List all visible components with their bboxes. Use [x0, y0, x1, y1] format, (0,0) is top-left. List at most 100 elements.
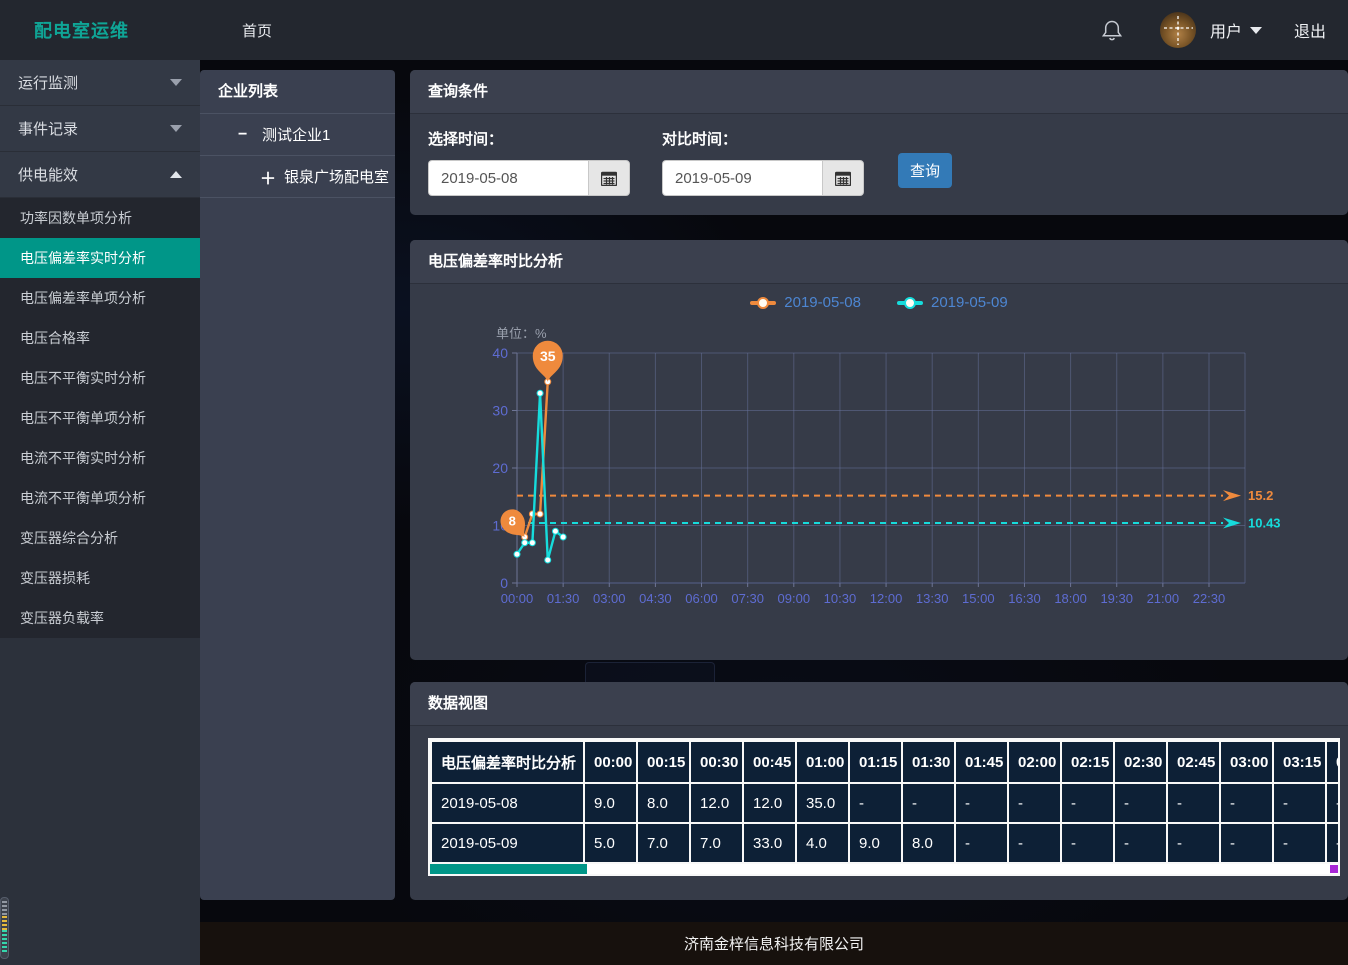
- minus-icon[interactable]: −: [238, 126, 254, 144]
- sidebar-groups: 运行监测事件记录供电能效: [0, 60, 200, 198]
- svg-text:01:30: 01:30: [547, 591, 580, 606]
- sidebar-item-current-unbalance-single[interactable]: 电流不平衡单项分析: [0, 478, 200, 518]
- svg-text:单位：%: 单位：%: [496, 326, 547, 341]
- table-cell: 35.0: [796, 783, 849, 823]
- enterprise-item-label: 测试企业1: [262, 124, 330, 145]
- legend-item-2019-05-08[interactable]: 2019-05-08: [750, 294, 861, 311]
- horizontal-scrollbar-thumb[interactable]: [430, 864, 587, 874]
- svg-text:03:00: 03:00: [593, 591, 626, 606]
- navbar-right: 用户 退出: [1102, 12, 1348, 48]
- compare-time-label: 对比时间：: [662, 128, 864, 149]
- sidebar-item-transformer-comprehensive[interactable]: 变压器综合分析: [0, 518, 200, 558]
- enterprise-item-label: 银泉广场配电室: [284, 166, 389, 187]
- column-header: 02:15: [1061, 741, 1114, 783]
- table-cell: -: [1167, 783, 1220, 823]
- sidebar-item-transformer-load-rate[interactable]: 变压器负载率: [0, 598, 200, 638]
- column-header: 00:45: [743, 741, 796, 783]
- svg-text:19:30: 19:30: [1100, 591, 1133, 606]
- legend-item-2019-05-09[interactable]: 2019-05-09: [897, 294, 1008, 311]
- column-header: 03:15: [1273, 741, 1326, 783]
- enterprise-item-ent-1[interactable]: −测试企业1: [200, 114, 395, 156]
- mini-scroll-indicator: [0, 897, 9, 959]
- query-panel-title: 查询条件: [410, 70, 1348, 114]
- table-cell: -: [1114, 783, 1167, 823]
- svg-text:30: 30: [492, 403, 508, 419]
- svg-text:0: 0: [500, 575, 508, 591]
- table-cell: 8.0: [637, 783, 690, 823]
- chart-panel: 电压偏差率时比分析 2019-05-082019-05-09 010203040…: [410, 240, 1348, 660]
- sidebar-group-event-record[interactable]: 事件记录: [0, 106, 200, 152]
- table-cell: 9.0: [849, 823, 902, 863]
- table-cell: 7.0: [690, 823, 743, 863]
- select-time-label: 选择时间：: [428, 128, 630, 149]
- legend-marker-icon: [897, 301, 923, 305]
- sidebar-group-label: 供电能效: [18, 164, 78, 185]
- sidebar-submenu: 功率因数单项分析电压偏差率实时分析电压偏差率单项分析电压合格率电压不平衡实时分析…: [0, 198, 200, 638]
- table-cell: -: [1273, 783, 1326, 823]
- sidebar-item-current-unbalance-realtime[interactable]: 电流不平衡实时分析: [0, 438, 200, 478]
- svg-text:10:30: 10:30: [824, 591, 857, 606]
- legend-marker-icon: [750, 301, 776, 305]
- sidebar-item-voltage-deviation-realtime[interactable]: 电压偏差率实时分析: [0, 238, 200, 278]
- table-cell: -: [955, 783, 1008, 823]
- column-header: 02:45: [1167, 741, 1220, 783]
- svg-text:40: 40: [492, 345, 508, 361]
- table-cell: -: [1061, 823, 1114, 863]
- chart-legend: 2019-05-08 2019-05-09: [410, 294, 1348, 311]
- logout-button[interactable]: 退出: [1294, 18, 1326, 42]
- enterprise-item-room-1[interactable]: ＋ 银泉广场配电室: [200, 156, 395, 198]
- search-button[interactable]: 查询: [898, 153, 952, 188]
- bell-icon[interactable]: [1102, 18, 1124, 42]
- table-cell: -: [955, 823, 1008, 863]
- plus-icon[interactable]: ＋: [260, 165, 276, 189]
- column-header: 03:00: [1220, 741, 1273, 783]
- compare-time-field: 对比时间：: [662, 128, 864, 196]
- horizontal-scrollbar-track[interactable]: [430, 864, 1338, 874]
- calendar-icon[interactable]: [588, 160, 630, 196]
- table-cell: 9.0: [584, 783, 637, 823]
- data-table-viewport: 电压偏差率时比分析00:0000:1500:3000:4501:0001:150…: [430, 740, 1338, 864]
- svg-text:00:00: 00:00: [501, 591, 534, 606]
- brand-title: 配电室运维: [0, 17, 200, 43]
- svg-text:10.43: 10.43: [1248, 516, 1281, 531]
- compare-time-input[interactable]: [662, 160, 822, 196]
- svg-text:06:00: 06:00: [685, 591, 718, 606]
- sidebar-item-power-factor-single[interactable]: 功率因数单项分析: [0, 198, 200, 238]
- chevron-down-icon: [170, 125, 182, 132]
- svg-text:15.2: 15.2: [1248, 488, 1273, 503]
- scrollbar-end-marker: [1330, 865, 1338, 873]
- sidebar-item-voltage-deviation-single[interactable]: 电压偏差率单项分析: [0, 278, 200, 318]
- user-menu[interactable]: 用户: [1210, 18, 1262, 42]
- sidebar-item-voltage-qualified-rate[interactable]: 电压合格率: [0, 318, 200, 358]
- sidebar-group-label: 运行监测: [18, 72, 78, 93]
- table-cell: -: [902, 783, 955, 823]
- legend-label: 2019-05-08: [784, 294, 861, 311]
- sidebar-group-label: 事件记录: [18, 118, 78, 139]
- table-cell: -: [1008, 823, 1061, 863]
- table-row: 2019-05-089.08.012.012.035.0----------: [431, 783, 1338, 823]
- sidebar-group-power-efficiency[interactable]: 供电能效: [0, 152, 200, 198]
- sidebar-item-voltage-unbalance-realtime[interactable]: 电压不平衡实时分析: [0, 358, 200, 398]
- table-cell: -: [1220, 783, 1273, 823]
- sidebar-item-voltage-unbalance-single[interactable]: 电压不平衡单项分析: [0, 398, 200, 438]
- nav-home-tab[interactable]: 首页: [242, 20, 272, 41]
- table-cell: 12.0: [743, 783, 796, 823]
- sidebar: 运行监测事件记录供电能效 功率因数单项分析电压偏差率实时分析电压偏差率单项分析电…: [0, 60, 200, 965]
- user-avatar[interactable]: [1160, 12, 1196, 48]
- svg-text:12:00: 12:00: [870, 591, 903, 606]
- indicator-stripe-grey: [2, 901, 7, 916]
- svg-text:8: 8: [509, 514, 516, 529]
- chevron-up-icon: [170, 171, 182, 178]
- table-cell: 33.0: [743, 823, 796, 863]
- indicator-stripe-yellow: [2, 916, 7, 930]
- enterprise-panel: 企业列表 −测试企业1＋银泉广场配电室: [200, 70, 395, 900]
- sidebar-group-run-monitor[interactable]: 运行监测: [0, 60, 200, 106]
- svg-text:20: 20: [492, 460, 508, 476]
- select-time-input[interactable]: [428, 160, 588, 196]
- table-cell: -: [1326, 783, 1338, 823]
- sidebar-item-transformer-loss[interactable]: 变压器损耗: [0, 558, 200, 598]
- calendar-icon[interactable]: [822, 160, 864, 196]
- data-table-wrap: 电压偏差率时比分析00:0000:1500:3000:4501:0001:150…: [428, 738, 1340, 876]
- data-table: 电压偏差率时比分析00:0000:1500:3000:4501:0001:150…: [430, 740, 1338, 864]
- svg-text:22:30: 22:30: [1193, 591, 1226, 606]
